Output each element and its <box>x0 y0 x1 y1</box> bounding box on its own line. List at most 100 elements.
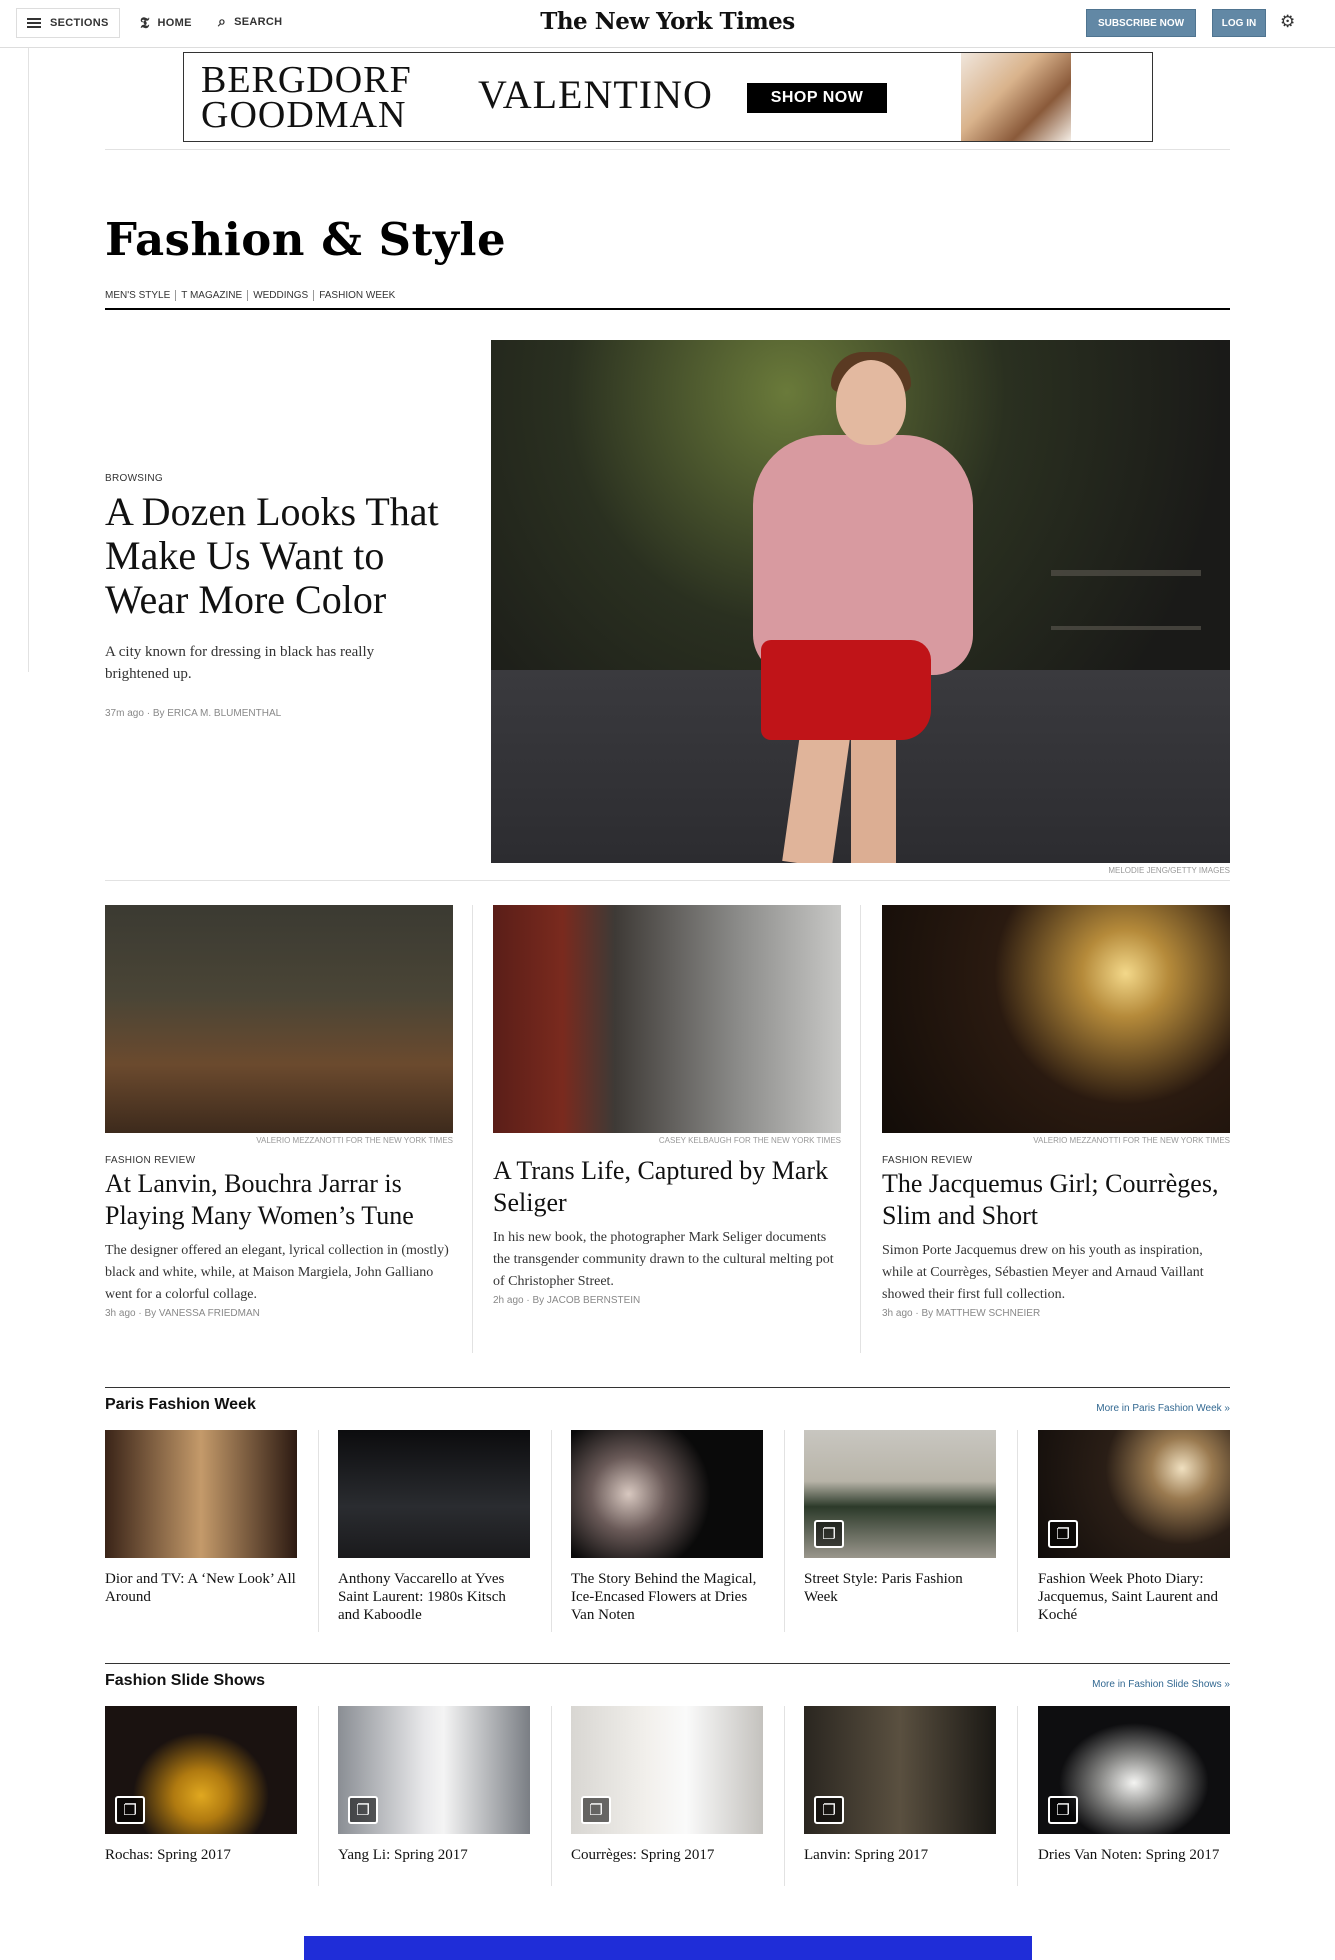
column-divider <box>784 1706 785 1886</box>
slideshow-item[interactable]: ❐ Lanvin: Spring 2017 <box>804 1706 996 1864</box>
thumb-photo[interactable]: ❐ <box>804 1706 996 1834</box>
paris-item[interactable]: The Story Behind the Magical, Ice-Encase… <box>571 1430 763 1624</box>
thumb-caption[interactable]: The Story Behind the Magical, Ice-Encase… <box>571 1570 763 1624</box>
lead-headline[interactable]: A Dozen Looks That Make Us Want to Wear … <box>105 490 455 622</box>
slideshow-icon: ❐ <box>581 1796 611 1824</box>
story-byline: 3h ago · By VANESSA FRIEDMAN <box>105 1308 260 1319</box>
section-rule <box>105 308 1230 310</box>
story-headline[interactable]: A Trans Life, Captured by Mark Seliger <box>493 1155 841 1219</box>
divider <box>105 880 1230 881</box>
paris-fashion-week-title[interactable]: Paris Fashion Week <box>105 1396 256 1414</box>
column-divider <box>784 1430 785 1632</box>
thumb-photo[interactable] <box>338 1430 530 1558</box>
story-summary: The designer offered an elegant, lyrical… <box>105 1243 449 1302</box>
paris-item[interactable]: Anthony Vaccarello at Yves Saint Laurent… <box>338 1430 530 1624</box>
subscribe-button[interactable]: SUBSCRIBE NOW <box>1086 9 1196 37</box>
story-byline: 3h ago · By MATTHEW SCHNEIER <box>882 1308 1041 1319</box>
column-divider <box>472 905 473 1353</box>
thumb-photo[interactable]: ❐ <box>1038 1430 1230 1558</box>
thumb-caption[interactable]: Yang Li: Spring 2017 <box>338 1846 530 1864</box>
section-subnav: MEN'S STYLE T MAGAZINE WEDDINGS FASHION … <box>105 290 400 301</box>
story-summary: In his new book, the photographer Mark S… <box>493 1230 834 1289</box>
paris-more-link[interactable]: More in Paris Fashion Week » <box>1096 1403 1230 1414</box>
ad-brand-line1: BERGDORF <box>201 59 412 101</box>
top-bar: SECTIONS 𝕿 HOME ⌕ SEARCH The New York Ti… <box>0 0 1335 48</box>
thumb-caption[interactable]: Dior and TV: A ‘New Look’ All Around <box>105 1570 297 1606</box>
ad-brand: BERGDORF GOODMAN <box>201 59 412 136</box>
login-button[interactable]: LOG IN <box>1212 9 1266 37</box>
paris-item[interactable]: ❐ Street Style: Paris Fashion Week <box>804 1430 996 1606</box>
thumb-photo[interactable] <box>571 1430 763 1558</box>
slideshow-icon: ❐ <box>1048 1520 1078 1548</box>
thumb-photo[interactable]: ❐ <box>804 1430 996 1558</box>
lead-kicker: BROWSING <box>105 473 163 484</box>
story-photo-credit: VALERIO MEZZANOTTI FOR THE NEW YORK TIME… <box>256 1136 453 1145</box>
story-photo-credit: CASEY KELBAUGH FOR THE NEW YORK TIMES <box>658 1136 841 1145</box>
thumb-caption[interactable]: Fashion Week Photo Diary: Jacquemus, Sai… <box>1038 1570 1230 1624</box>
story-time: 3h ago <box>105 1308 136 1319</box>
slideshow-icon: ❐ <box>115 1796 145 1824</box>
subnav-weddings[interactable]: WEDDINGS <box>248 290 315 301</box>
slides-more-link[interactable]: More in Fashion Slide Shows » <box>1092 1679 1230 1690</box>
story-headline[interactable]: At Lanvin, Bouchra Jarrar is Playing Man… <box>105 1168 453 1232</box>
lead-summary: A city known for dressing in black has r… <box>105 644 375 682</box>
lead-author: By ERICA M. BLUMENTHAL <box>152 708 282 719</box>
fashion-slide-shows-title[interactable]: Fashion Slide Shows <box>105 1672 265 1690</box>
thumb-caption[interactable]: Dries Van Noten: Spring 2017 <box>1038 1846 1230 1864</box>
thumb-photo[interactable]: ❐ <box>571 1706 763 1834</box>
thumb-caption[interactable]: Rochas: Spring 2017 <box>105 1846 297 1864</box>
story-headline[interactable]: The Jacquemus Girl; Courrèges, Slim and … <box>882 1168 1230 1232</box>
lead-photo-credit: MELODIE JENG/GETTY IMAGES <box>1108 866 1230 875</box>
subnav-t-magazine[interactable]: T MAGAZINE <box>176 290 249 301</box>
paris-item[interactable]: Dior and TV: A ‘New Look’ All Around <box>105 1430 297 1606</box>
story-byline: 2h ago · By JACOB BERNSTEIN <box>493 1295 641 1306</box>
section-rule <box>105 1387 1230 1388</box>
story-kicker: FASHION REVIEW <box>105 1155 196 1166</box>
thumb-caption[interactable]: Courrèges: Spring 2017 <box>571 1846 763 1864</box>
top-ad-banner[interactable]: BERGDORF GOODMAN VALENTINO SHOP NOW <box>183 52 1153 142</box>
thumb-caption[interactable]: Anthony Vaccarello at Yves Saint Laurent… <box>338 1570 530 1624</box>
story-card: VALERIO MEZZANOTTI FOR THE NEW YORK TIME… <box>105 905 453 1319</box>
column-divider <box>860 905 861 1353</box>
ad-brand-line2: GOODMAN <box>201 94 407 136</box>
story-time: 3h ago <box>882 1308 913 1319</box>
section-rule <box>105 1663 1230 1664</box>
column-divider <box>1017 1706 1018 1886</box>
story-card: VALERIO MEZZANOTTI FOR THE NEW YORK TIME… <box>882 905 1230 1319</box>
column-divider <box>318 1706 319 1886</box>
divider <box>105 149 1230 150</box>
paris-item[interactable]: ❐ Fashion Week Photo Diary: Jacquemus, S… <box>1038 1430 1230 1624</box>
bottom-ad-banner[interactable] <box>304 1936 1032 1960</box>
story-photo-credit: VALERIO MEZZANOTTI FOR THE NEW YORK TIME… <box>1033 1136 1230 1145</box>
subnav-fashion-week[interactable]: FASHION WEEK <box>314 290 400 301</box>
thumb-photo[interactable]: ❐ <box>338 1706 530 1834</box>
slideshow-item[interactable]: ❐ Dries Van Noten: Spring 2017 <box>1038 1706 1230 1864</box>
lead-byline: 37m ago · By ERICA M. BLUMENTHAL <box>105 708 282 719</box>
thumb-photo[interactable] <box>105 1430 297 1558</box>
ad-model-image <box>961 53 1071 141</box>
slideshow-icon: ❐ <box>814 1796 844 1824</box>
story-photo[interactable] <box>882 905 1230 1133</box>
story-photo[interactable] <box>105 905 453 1133</box>
thumb-caption[interactable]: Street Style: Paris Fashion Week <box>804 1570 996 1606</box>
thumb-photo[interactable]: ❐ <box>1038 1706 1230 1834</box>
story-kicker: FASHION REVIEW <box>882 1155 973 1166</box>
story-author: By MATTHEW SCHNEIER <box>921 1308 1041 1319</box>
slideshow-icon: ❐ <box>348 1796 378 1824</box>
story-photo[interactable] <box>493 905 841 1133</box>
gear-icon[interactable]: ⚙ <box>1280 12 1295 32</box>
column-divider <box>1017 1430 1018 1632</box>
slideshow-item[interactable]: ❐ Rochas: Spring 2017 <box>105 1706 297 1864</box>
ad-shop-now-button[interactable]: SHOP NOW <box>747 83 887 113</box>
slideshow-icon: ❐ <box>814 1520 844 1548</box>
column-divider <box>318 1430 319 1632</box>
lead-photo[interactable] <box>491 340 1230 863</box>
slideshow-item[interactable]: ❐ Yang Li: Spring 2017 <box>338 1706 530 1864</box>
slideshow-item[interactable]: ❐ Courrèges: Spring 2017 <box>571 1706 763 1864</box>
story-author: By JACOB BERNSTEIN <box>532 1295 641 1306</box>
story-author: By VANESSA FRIEDMAN <box>144 1308 260 1319</box>
thumb-caption[interactable]: Lanvin: Spring 2017 <box>804 1846 996 1864</box>
subnav-mens-style[interactable]: MEN'S STYLE <box>105 290 177 301</box>
ad-designer: VALENTINO <box>478 72 713 117</box>
thumb-photo[interactable]: ❐ <box>105 1706 297 1834</box>
